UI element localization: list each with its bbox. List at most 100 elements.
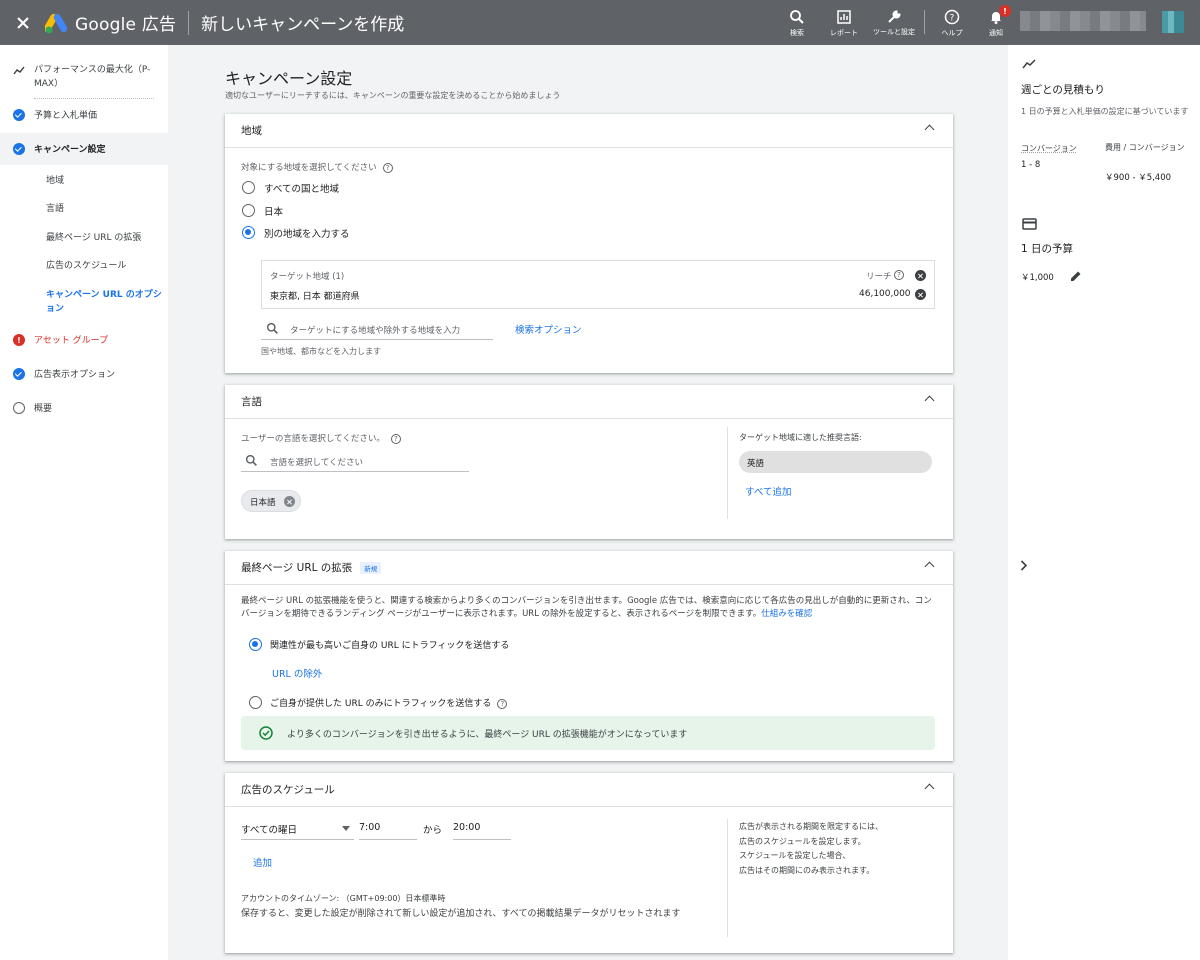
radio-other-location[interactable] — [242, 226, 255, 239]
radio-expand-url[interactable] — [249, 638, 262, 651]
cost-per-conversion-value: ￥900 - ￥5,400 — [1105, 173, 1172, 183]
empty-circle-icon — [13, 402, 25, 414]
learn-more-link[interactable]: 仕組みを確認 — [761, 609, 812, 619]
help-label: ヘルプ — [941, 29, 963, 37]
report-icon — [837, 10, 851, 24]
target-location-name: 東京都, 日本 都道府県 — [270, 292, 360, 302]
google-ads-logo: Google 広告 — [45, 10, 176, 35]
chevron-up-icon[interactable] — [924, 783, 935, 794]
new-badge: 新規 — [360, 561, 382, 574]
start-time-field[interactable]: 7:00 — [359, 818, 417, 840]
language-search-input[interactable]: 言語を選択してください — [241, 451, 469, 472]
conversion-label: コンバージョン — [1021, 144, 1077, 153]
help-button[interactable]: ? ヘルプ — [933, 0, 971, 45]
url-expansion-banner: より多くのコンバージョンを引き出せるように、最終ページ URL の拡張機能がオン… — [241, 716, 935, 750]
reach-label: リーチ — [866, 272, 892, 282]
radio-label-own-url-only-text: ご自身が提供した URL のみにトラフィックを送信する — [270, 699, 492, 709]
chevron-up-icon[interactable] — [924, 124, 935, 135]
search-options-link[interactable]: 検索オプション — [515, 322, 582, 336]
dropdown-arrow-icon — [342, 826, 350, 831]
check-circle-icon — [13, 368, 25, 380]
remove-all-icon[interactable] — [915, 270, 926, 281]
schedule-note: 保存すると、変更した設定が削除されて新しい設定が追加され、すべての掲載結果データ… — [241, 909, 681, 919]
notification-label: 通知 — [989, 29, 1003, 37]
final-url-card: 最終ページ URL の拡張 新規 最終ページ URL の拡張機能を使うと、関連す… — [225, 551, 953, 761]
help-icon[interactable]: ? — [382, 162, 393, 173]
radio-label-other-location: 別の地域を入力する — [264, 229, 350, 240]
daily-budget-title: 1 日の予算 — [1021, 243, 1074, 255]
language-card-header[interactable]: 言語 — [225, 385, 953, 419]
add-all-link[interactable]: すべて追加 — [745, 484, 791, 498]
language-prompt: ユーザーの言語を選択してください。? — [241, 432, 401, 444]
report-button[interactable]: レポート — [822, 0, 866, 45]
target-location-box: ターゲット地域 (1) リーチ ? 東京都, 日本 都道府県 46,100,00… — [261, 260, 935, 309]
search-icon — [245, 454, 257, 466]
nav-sub-url-options[interactable]: キャンペーン URL のオプション — [46, 288, 162, 316]
account-name-blurred[interactable] — [1020, 11, 1146, 31]
nav-sub-schedule[interactable]: 広告のスケジュール — [46, 259, 126, 273]
search-label: 検索 — [790, 29, 804, 37]
edit-pencil-icon[interactable] — [1070, 270, 1082, 282]
location-card: 地域 対象にする地域を選択してください? すべての国と地域 日本 別の地域を入力… — [225, 114, 953, 373]
language-search-placeholder: 言語を選択してください — [270, 458, 363, 468]
left-nav: パフォーマンスの最大化（P-MAX） 予算と入札単価 キャンペーン設定 地域 言… — [0, 45, 168, 960]
language-card-title: 言語 — [241, 396, 262, 408]
radio-japan[interactable] — [242, 204, 255, 217]
chevron-up-icon[interactable] — [924, 395, 935, 406]
wrench-icon — [888, 10, 901, 23]
location-search-input[interactable]: ターゲットにする地域や除外する地域を入力 — [261, 319, 493, 340]
add-schedule-link[interactable]: 追加 — [253, 855, 272, 869]
radio-label-expand-url: 関連性が最も高いご自身の URL にトラフィックを送信する — [270, 641, 510, 651]
suggest-chip-label: 英語 — [747, 459, 765, 469]
close-icon[interactable] — [0, 0, 45, 45]
schedule-help-line: 広告はその期間にのみ表示されます。 — [739, 865, 875, 875]
nav-label-summary: 概要 — [34, 404, 53, 414]
remove-chip-icon[interactable] — [284, 496, 295, 507]
chevron-right-icon[interactable] — [1020, 560, 1028, 571]
language-chip-label: 日本語 — [250, 498, 276, 508]
nav-sub-final-url[interactable]: 最終ページ URL の拡張 — [46, 231, 141, 245]
page-heading: キャンペーン設定 — [225, 69, 353, 88]
day-select-value: すべての曜日 — [241, 825, 297, 836]
check-circle-icon — [13, 109, 25, 121]
radio-own-url-only[interactable] — [249, 696, 262, 709]
url-exclude-link[interactable]: URL の除外 — [272, 666, 322, 680]
nav-sub-location[interactable]: 地域 — [46, 174, 64, 188]
avatar[interactable] — [1162, 11, 1184, 33]
end-time-field[interactable]: 20:00 — [453, 818, 511, 840]
help-icon[interactable]: ? — [894, 270, 904, 280]
remove-location-icon[interactable] — [915, 289, 926, 300]
language-divider — [727, 427, 728, 519]
schedule-help-line: スケジュールを設定した場合、 — [739, 851, 851, 860]
location-card-header[interactable]: 地域 — [225, 114, 953, 148]
tools-button[interactable]: ツールと設定 — [872, 0, 916, 45]
from-label: から — [423, 825, 443, 836]
final-url-card-header[interactable]: 最終ページ URL の拡張 新規 — [225, 551, 953, 585]
end-time-value: 20:00 — [453, 822, 481, 833]
location-prompt-text: 対象にする地域を選択してください — [241, 163, 377, 173]
conversion-value: 1 - 8 — [1021, 160, 1041, 170]
location-search-hint: 国や地域、都市などを入力します — [261, 347, 381, 356]
schedule-help-line: 広告が表示される期間を限定するには、 — [739, 822, 883, 831]
radio-all-countries[interactable] — [242, 181, 255, 194]
help-icon[interactable]: ? — [390, 433, 401, 444]
notification-button[interactable]: ! 通知 — [977, 0, 1015, 45]
help-icon[interactable]: ? — [497, 698, 508, 709]
schedule-card-header[interactable]: 広告のスケジュール — [225, 773, 953, 807]
nav-label-campaign-settings: キャンペーン設定 — [34, 145, 106, 155]
search-button[interactable]: 検索 — [778, 0, 816, 45]
target-location-header: ターゲット地域 (1) — [270, 272, 345, 282]
final-url-description: 最終ページ URL の拡張機能を使うと、関連する検索からより多くのコンバージョン… — [241, 595, 937, 620]
day-select[interactable]: すべての曜日 — [241, 818, 354, 840]
svg-text:?: ? — [950, 14, 955, 24]
nav-sub-language[interactable]: 言語 — [46, 202, 64, 216]
schedule-help-line: 広告のスケジュールを設定します。 — [739, 836, 866, 846]
suggest-chip[interactable]: 英語 — [739, 451, 932, 473]
trend-icon — [13, 66, 25, 75]
language-chip: 日本語 — [241, 490, 301, 512]
final-url-description-text: 最終ページ URL の拡張機能を使うと、関連する検索からより多くのコンバージョン… — [241, 596, 932, 619]
chevron-up-icon[interactable] — [924, 561, 935, 572]
schedule-card-title: 広告のスケジュール — [241, 784, 335, 796]
nav-label-extensions: 広告表示オプション — [34, 370, 116, 380]
weekly-estimate-title: 週ごとの見積もり — [1021, 84, 1105, 96]
